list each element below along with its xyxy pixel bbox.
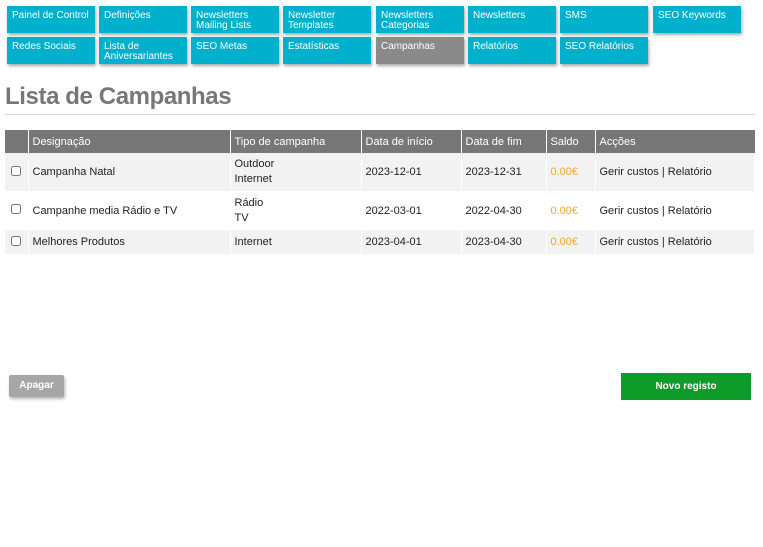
nav-label: Campanhas bbox=[381, 41, 435, 52]
campaign-type: TV bbox=[234, 211, 249, 224]
manage-costs-link[interactable]: Gerir custos bbox=[600, 166, 659, 178]
nav-label: Newsletters Categorias bbox=[381, 10, 434, 31]
nav-estatisticas[interactable]: Estatísticas bbox=[283, 37, 371, 64]
title-divider bbox=[5, 114, 755, 115]
action-separator: | bbox=[658, 166, 668, 178]
nav-sms[interactable]: SMS bbox=[560, 6, 648, 33]
row-checkbox[interactable] bbox=[11, 165, 22, 176]
nav-newsletters[interactable]: Newsletters bbox=[468, 6, 556, 33]
delete-button[interactable]: Apagar bbox=[9, 375, 64, 397]
nav-lista-de-aniversariantes[interactable]: Lista de Aniversariantes bbox=[99, 37, 187, 64]
page-title: Lista de Campanhas bbox=[5, 83, 232, 110]
nav-label: Painel de Control bbox=[12, 10, 89, 21]
manage-costs-link[interactable]: Gerir custos bbox=[600, 236, 659, 248]
campaigns-table: Designação Tipo de campanha Data de iníc… bbox=[5, 130, 755, 254]
campaign-types: Rádio TV bbox=[230, 191, 362, 230]
campaign-name: Melhores Produtos bbox=[28, 230, 231, 254]
campaign-types: Outdoor Internet bbox=[230, 153, 362, 191]
row-actions: Gerir custos | Relatório bbox=[595, 153, 755, 191]
nav-seo-metas[interactable]: SEO Metas bbox=[191, 37, 279, 64]
campaign-type: Internet bbox=[234, 173, 272, 185]
saldo-value: 0.00€ bbox=[546, 230, 596, 254]
row-select-cell bbox=[5, 153, 29, 191]
end-date: 2023-04-30 bbox=[461, 230, 547, 254]
nav-label: Estatísticas bbox=[288, 41, 340, 52]
nav-label: Newsletters Mailing Lists bbox=[196, 10, 252, 31]
campaign-name: Campanhe media Rádio e TV bbox=[28, 191, 231, 230]
campaign-type: Outdoor bbox=[234, 158, 275, 170]
action-separator: | bbox=[658, 236, 668, 248]
header-accoes: Acções bbox=[595, 130, 755, 153]
action-separator: | bbox=[658, 204, 668, 217]
nav-label: Newsletter Templates bbox=[288, 10, 336, 31]
nav-label: Relatórios bbox=[473, 41, 519, 52]
end-date: 2023-12-31 bbox=[461, 153, 547, 191]
table-header-row: Designação Tipo de campanha Data de iníc… bbox=[5, 130, 755, 153]
nav-campanhas[interactable]: Campanhas bbox=[376, 37, 464, 64]
header-checkbox-col bbox=[5, 130, 29, 153]
report-link[interactable]: Relatório bbox=[668, 166, 712, 178]
start-date: 2022-03-01 bbox=[361, 191, 462, 230]
start-date: 2023-12-01 bbox=[361, 153, 462, 191]
nav-seo-keywords[interactable]: SEO Keywords bbox=[653, 6, 741, 33]
header-saldo: Saldo bbox=[546, 130, 596, 153]
manage-costs-link[interactable]: Gerir custos bbox=[600, 205, 659, 217]
start-date: 2023-04-01 bbox=[361, 230, 462, 254]
campaign-types: Internet bbox=[230, 230, 362, 254]
report-link[interactable]: Relatório bbox=[668, 205, 712, 217]
nav-relatorios[interactable]: Relatórios bbox=[468, 37, 556, 64]
nav-label: SMS bbox=[565, 10, 587, 21]
header-data-de-inicio: Data de início bbox=[361, 130, 462, 153]
nav-label: Redes Sociais bbox=[12, 41, 76, 52]
row-select-cell bbox=[5, 191, 29, 230]
campaign-type: Rádio bbox=[234, 196, 264, 209]
nav-label: Definições bbox=[104, 10, 151, 21]
nav-label: Lista de Aniversariantes bbox=[104, 41, 173, 62]
campaign-name: Campanha Natal bbox=[28, 153, 231, 191]
nav-newsletters-mailing-lists[interactable]: Newsletters Mailing Lists bbox=[191, 6, 279, 33]
saldo-value: 0.00€ bbox=[546, 191, 596, 230]
nav-definicoes[interactable]: Definições bbox=[99, 6, 187, 33]
nav-label: SEO Metas bbox=[196, 41, 248, 52]
row-checkbox[interactable] bbox=[11, 204, 22, 214]
table-row: Campanhe media Rádio e TV Rádio TV 2022-… bbox=[5, 191, 755, 230]
nav-seo-relatorios[interactable]: SEO Relatórios bbox=[560, 37, 648, 64]
row-checkbox[interactable] bbox=[11, 235, 22, 246]
nav-label: SEO Relatórios bbox=[565, 41, 634, 52]
row-select-cell bbox=[5, 230, 29, 254]
table-row: Campanha Natal Outdoor Internet 2023-12-… bbox=[5, 153, 755, 191]
report-link[interactable]: Relatório bbox=[668, 236, 712, 248]
header-tipo-de-campanha: Tipo de campanha bbox=[230, 130, 362, 153]
end-date: 2022-04-30 bbox=[461, 191, 547, 230]
row-actions: Gerir custos | Relatório bbox=[595, 191, 755, 230]
nav-label: Newsletters bbox=[473, 10, 526, 21]
nav-painel-de-control[interactable]: Painel de Control bbox=[7, 6, 95, 33]
campaign-type: Internet bbox=[234, 235, 272, 248]
header-designacao: Designação bbox=[28, 130, 231, 153]
nav-newsletters-categorias[interactable]: Newsletters Categorias bbox=[376, 6, 464, 33]
new-record-button[interactable]: Novo registo bbox=[621, 373, 751, 400]
table-row: Melhores Produtos Internet 2023-04-01 20… bbox=[5, 230, 755, 254]
nav-label: SEO Keywords bbox=[658, 10, 726, 21]
nav-newsletter-templates[interactable]: Newsletter Templates bbox=[283, 6, 371, 33]
row-actions: Gerir custos | Relatório bbox=[595, 230, 755, 254]
header-data-de-fim: Data de fim bbox=[461, 130, 547, 153]
saldo-value: 0.00€ bbox=[546, 153, 596, 191]
nav-redes-sociais[interactable]: Redes Sociais bbox=[7, 37, 95, 64]
